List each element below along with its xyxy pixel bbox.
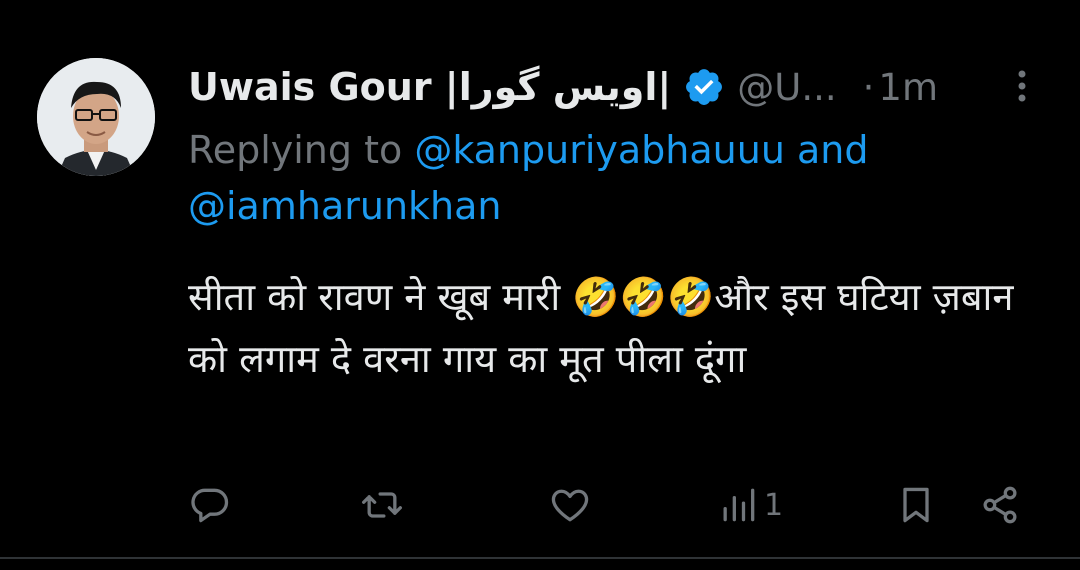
- avatar-photo: [37, 58, 155, 176]
- reply-prefix: Replying to: [188, 128, 415, 172]
- retweet-button[interactable]: [360, 480, 404, 530]
- bookmark-button[interactable]: [894, 480, 938, 530]
- verified-badge-icon: [686, 69, 723, 105]
- divider: [0, 557, 1080, 559]
- reply-mention-kanpuriyabhauuu[interactable]: @kanpuriyabhauuu: [414, 128, 785, 172]
- action-bar: 1: [188, 480, 1048, 530]
- reply-mention-iamharunkhan[interactable]: @iamharunkhan: [188, 184, 501, 228]
- share-icon: [983, 486, 1017, 524]
- timestamp[interactable]: 1m: [878, 66, 938, 109]
- like-button[interactable]: [548, 480, 592, 530]
- retweet-icon: [362, 492, 402, 518]
- tweet-header: Uwais Gour |اویس گورا| @U... · 1m: [188, 62, 938, 112]
- bookmark-icon: [903, 487, 929, 523]
- views-count: 1: [764, 487, 784, 523]
- views-button[interactable]: 1: [716, 480, 783, 530]
- share-button[interactable]: [978, 480, 1022, 530]
- more-options-icon[interactable]: [1004, 66, 1040, 106]
- avatar[interactable]: [37, 58, 155, 176]
- heart-icon: [551, 489, 589, 522]
- replying-to: Replying to @kanpuriyabhauuu and @iamharu…: [188, 122, 1048, 234]
- tweet-text: सीता को रावण ने खूब मारी 🤣🤣🤣और इस घटिया …: [188, 275, 1026, 381]
- views-icon: [723, 488, 755, 522]
- author-handle[interactable]: @U...: [737, 66, 836, 109]
- reply-and[interactable]: and: [785, 128, 869, 172]
- reply-icon: [191, 488, 229, 523]
- author-name[interactable]: Uwais Gour |اویس گورا|: [188, 65, 671, 109]
- separator-dot: ·: [862, 65, 875, 109]
- reply-button[interactable]: [188, 480, 232, 530]
